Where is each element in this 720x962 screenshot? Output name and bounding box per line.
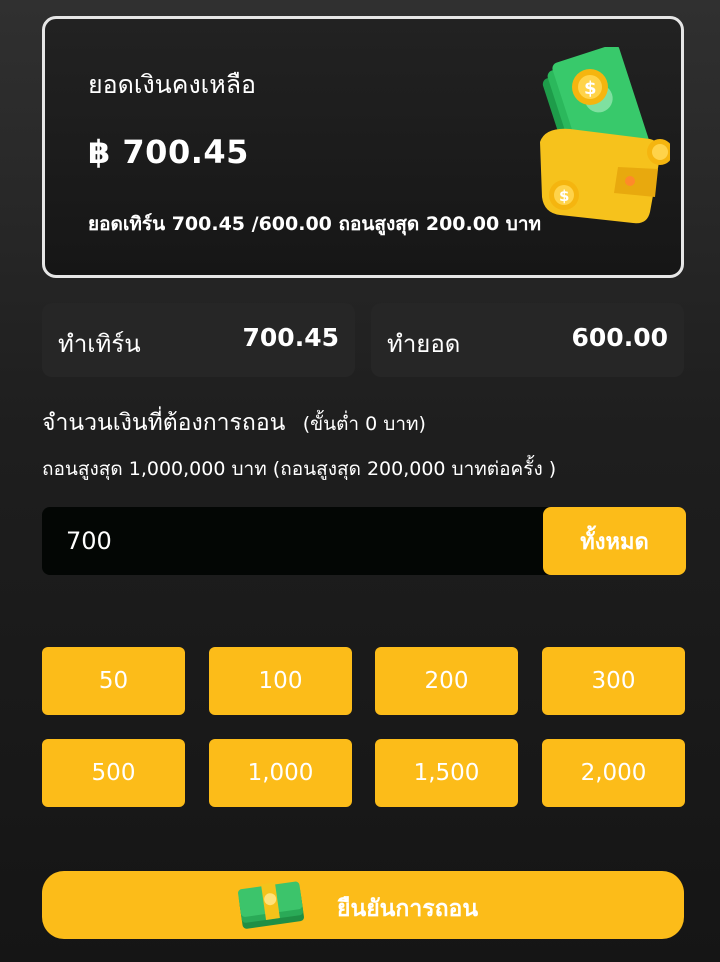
- preset-100-button[interactable]: 100: [209, 647, 352, 715]
- preset-1500-button[interactable]: 1,500: [375, 739, 518, 807]
- confirm-label: ยืนยันการถอน: [337, 896, 479, 922]
- withdraw-page: ยอดเงินคงเหลือ ฿ 700.45 ยอดเทิร์น 700.45…: [0, 0, 720, 962]
- withdraw-all-button[interactable]: ทั้งหมด: [543, 507, 686, 575]
- preset-300-button[interactable]: 300: [542, 647, 685, 715]
- volume-stat: ทำยอด 600.00: [371, 303, 684, 377]
- withdraw-amount-heading: จำนวนเงินที่ต้องการถอน (ขั้นต่ำ 0 บาท): [42, 405, 426, 441]
- withdraw-amount-input[interactable]: [42, 507, 562, 575]
- svg-text:$: $: [559, 187, 569, 205]
- volume-label: ทำยอด: [387, 330, 461, 358]
- withdraw-heading-text: จำนวนเงินที่ต้องการถอน: [42, 410, 286, 436]
- confirm-withdraw-button[interactable]: ยืนยันการถอน: [42, 871, 684, 939]
- preset-2000-button[interactable]: 2,000: [542, 739, 685, 807]
- money-stack-icon: [238, 881, 304, 929]
- turnover-label: ทำเทิร์น: [58, 330, 141, 358]
- balance-amount: ฿ 700.45: [88, 133, 249, 171]
- preset-500-button[interactable]: 500: [42, 739, 185, 807]
- minimum-note: (ขั้นต่ำ 0 บาท): [302, 413, 426, 435]
- preset-1000-button[interactable]: 1,000: [209, 739, 352, 807]
- preset-50-button[interactable]: 50: [42, 647, 185, 715]
- svg-text:$: $: [584, 78, 597, 99]
- balance-title: ยอดเงินคงเหลือ: [88, 70, 257, 99]
- volume-value: 600.00: [571, 323, 668, 352]
- turnover-value: 700.45: [242, 323, 339, 352]
- wallet-with-cash-icon: $ $: [540, 47, 670, 224]
- preset-200-button[interactable]: 200: [375, 647, 518, 715]
- maximum-note: ถอนสูงสุด 1,000,000 บาท (ถอนสูงสุด 200,0…: [42, 458, 557, 480]
- turnover-stat: ทำเทิร์น 700.45: [42, 303, 355, 377]
- balance-card: ยอดเงินคงเหลือ ฿ 700.45 ยอดเทิร์น 700.45…: [42, 16, 684, 278]
- turnover-detail: ยอดเทิร์น 700.45 /600.00 ถอนสูงสุด 200.0…: [88, 213, 542, 235]
